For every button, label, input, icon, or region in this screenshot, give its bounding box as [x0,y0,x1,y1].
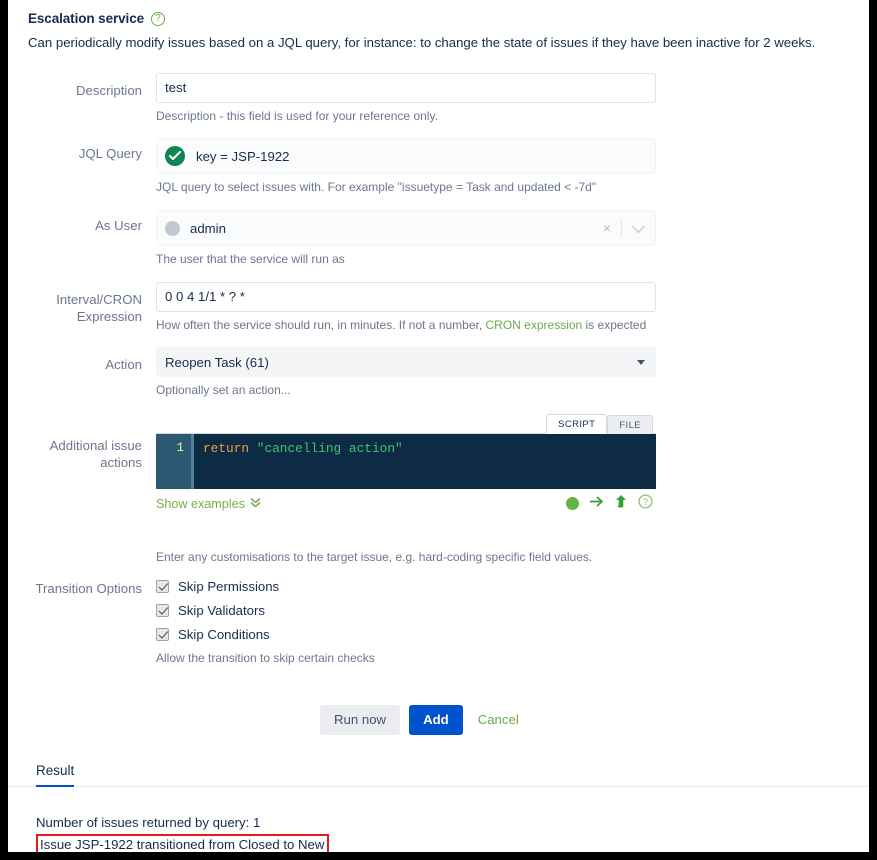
valid-check-icon [165,146,185,167]
checkbox-skip-permissions[interactable] [156,580,169,594]
result-section: Result Number of issues returned by quer… [8,761,869,852]
script-editor: SCRIPT FILE 1 return "cancelling action" [156,413,656,514]
jql-query-value: key = JSP-1922 [196,148,290,164]
show-examples-link[interactable]: Show examples [156,497,245,511]
checkbox-row-skip-permissions[interactable]: Skip Permissions [156,579,656,594]
panel-header: Escalation service Can periodically modi… [8,0,869,52]
interval-hint: How often the service should run, in min… [156,318,656,334]
result-transition-message: Issue JSP-1922 transitioned from Closed … [36,833,330,852]
jql-query-field-wrap: key = JSP-1922 JQL query to select issue… [156,138,656,210]
add-button[interactable]: Add [409,704,463,735]
tab-file[interactable]: FILE [607,414,653,434]
result-issue-count: Number of issues returned by query: 1 [36,814,261,830]
interval-hint-before: How often the service should run, in min… [156,317,486,332]
transition-options-field-wrap: Skip Permissions Skip Validators Skip Co… [156,579,656,681]
checkbox-row-skip-conditions[interactable]: Skip Conditions [156,627,656,642]
as-user-value: admin [190,220,226,236]
action-value: Reopen Task (61) [165,354,269,370]
as-user-field-wrap: admin × The user that the service will r… [156,210,656,282]
panel-description: Can periodically modify issues based on … [28,35,816,50]
field-row-jql-query: JQL Query key = JSP-1922 JQL query to se… [8,138,869,210]
checkbox-skip-validators[interactable] [156,604,169,618]
transition-options-hint: Allow the transition to skip certain che… [156,651,375,666]
svg-text:?: ? [643,497,648,507]
editor-tabs: SCRIPT FILE [156,413,656,434]
description-input[interactable] [156,72,656,103]
escalation-service-panel: Escalation service Can periodically modi… [8,0,869,852]
checkbox-row-skip-validators[interactable]: Skip Validators [156,603,656,618]
chevron-double-down-icon[interactable] [250,497,261,511]
as-user-label: As User [95,218,142,233]
result-transition-message-wrap: Issue JSP-1922 transitioned from Closed … [36,832,869,852]
as-user-select[interactable]: admin × [156,210,656,246]
run-now-button[interactable]: Run now [320,704,401,735]
jql-query-input[interactable]: key = JSP-1922 [156,138,656,175]
tab-result[interactable]: Result [36,763,75,787]
action-hint: Optionally set an action... [156,383,291,398]
action-select[interactable]: Reopen Task (61) [156,347,656,378]
code-keyword: return [203,440,257,456]
action-field-wrap: Reopen Task (61) Optionally set an actio… [156,347,656,413]
code-string: "cancelling action" [256,440,403,456]
field-row-transition-options: Transition Options Skip Permissions Skip… [8,579,869,681]
result-tabs: Result [8,761,869,787]
as-user-hint: The user that the service will run as [156,252,345,266]
result-body: Number of issues returned by query: 1 Is… [8,787,869,852]
page-title: Escalation service [28,11,145,26]
code-editor-area[interactable]: 1 return "cancelling action" [156,433,656,489]
additional-actions-field-wrap: SCRIPT FILE 1 return "cancelling action" [156,413,656,580]
escalation-form: Description Description - this field is … [8,72,869,735]
field-row-additional-actions: Additional issue actions SCRIPT FILE 1 r… [8,413,869,580]
jql-query-label: JQL Query [78,146,142,162]
additional-actions-hint: Enter any customisations to the target i… [156,549,593,564]
interval-field-wrap: How often the service should run, in min… [156,281,656,348]
interval-cron-input[interactable] [156,281,656,312]
chevron-down-icon [637,359,645,365]
panel-title-row: Escalation service [28,11,849,26]
description-label: Description [76,82,142,98]
additional-actions-label: Additional issue actions [49,437,142,470]
cancel-button[interactable]: Cancel [472,705,525,735]
interval-label: Interval/CRON Expression [56,291,142,324]
checkbox-label-skip-validators: Skip Validators [178,603,265,619]
user-avatar-icon [165,220,180,236]
field-row-description: Description Description - this field is … [8,72,869,139]
jql-query-hint: JQL query to select issues with. For exa… [156,180,597,195]
clear-icon[interactable]: × [593,221,621,235]
field-row-as-user: As User admin × The user that the servic… [8,210,869,282]
transition-options-label: Transition Options [35,581,142,597]
show-examples-row: Show examples [156,497,261,511]
help-circle-icon[interactable] [151,11,166,26]
checkbox-label-skip-permissions: Skip Permissions [178,579,280,595]
action-label: Action [105,357,142,373]
upload-arrow-icon[interactable] [614,494,628,514]
status-green-dot-icon[interactable] [566,497,579,511]
code-line-1: return "cancelling action" [194,434,403,489]
field-row-interval: Interval/CRON Expression How often the s… [8,281,869,348]
checkbox-label-skip-conditions: Skip Conditions [178,627,270,643]
cron-expression-link[interactable]: CRON expression [486,318,583,332]
tab-script[interactable]: SCRIPT [546,413,608,434]
field-row-action: Action Reopen Task (61) Optionally set a… [8,347,869,413]
interval-hint-after: is expected [582,317,647,332]
form-actions: Run now Add Cancel [8,704,869,735]
description-hint: Description - this field is used for you… [156,108,438,123]
help-circle-icon[interactable]: ? [638,494,653,514]
run-arrow-icon[interactable] [589,495,604,513]
editor-line-number: 1 [156,433,194,489]
description-field-wrap: Description - this field is used for you… [156,72,656,139]
checkbox-skip-conditions[interactable] [156,628,169,642]
chevron-down-icon[interactable] [622,219,655,233]
